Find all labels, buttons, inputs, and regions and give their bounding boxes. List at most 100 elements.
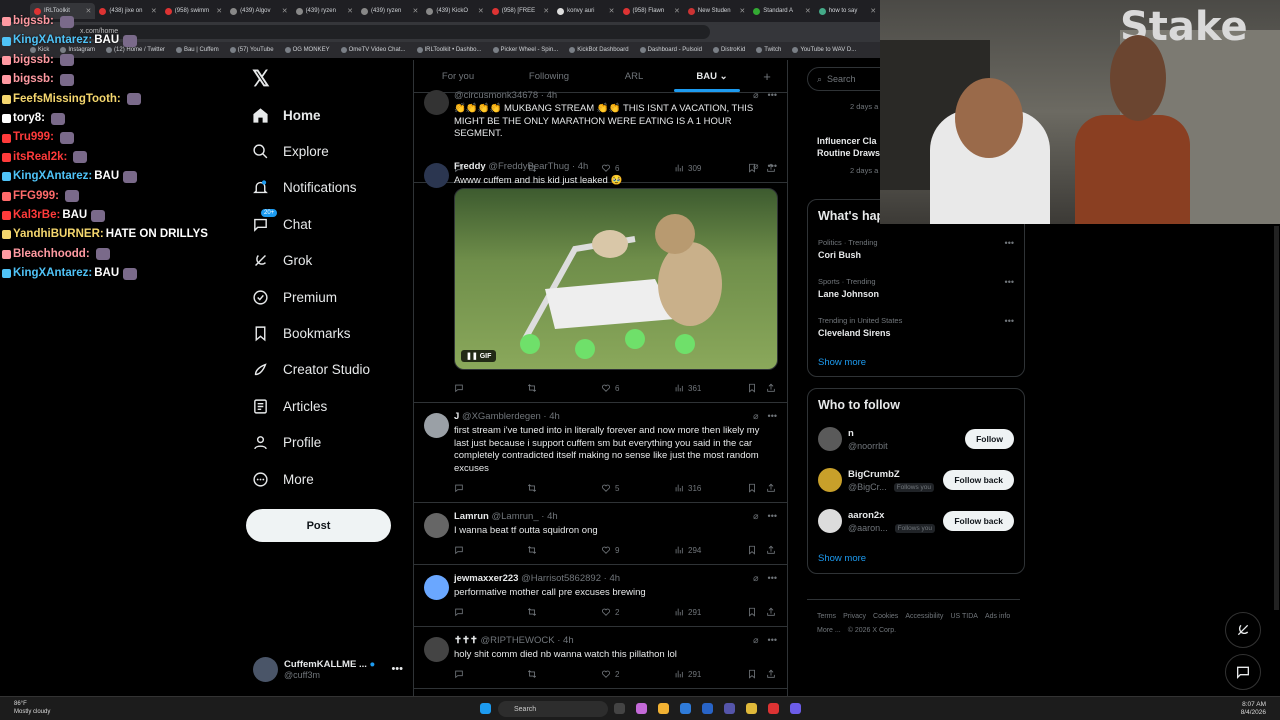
tweet-time[interactable]: 4h [547,90,558,101]
bookmark[interactable]: KickBot Dashboard [569,47,628,53]
retweet-icon[interactable] [527,383,537,393]
retweet-icon[interactable] [527,669,537,679]
more-dots-icon[interactable]: ••• [391,663,403,675]
reply-icon[interactable] [454,607,464,617]
messages-fab[interactable] [1225,654,1261,690]
more-dots-icon[interactable]: ••• [768,573,777,584]
scrollbar[interactable] [1274,226,1279,610]
reply-icon[interactable] [454,669,464,679]
bookmark[interactable]: (57) YouTube [230,47,274,53]
nav-articles[interactable]: Articles [252,388,412,424]
reply-icon[interactable] [454,383,464,393]
tweet-handle[interactable]: @Harrisot5862892 [521,573,601,584]
share-icon[interactable] [766,483,776,493]
windows-start-icon[interactable] [480,703,491,714]
share-icon[interactable] [766,545,776,555]
bookmark[interactable]: OmeTV Video Chat... [341,47,406,53]
bookmark[interactable]: YouTube to WAV D... [792,47,856,53]
footer-link[interactable]: Ads info [985,613,1010,620]
like-button[interactable]: 6 [601,383,619,393]
app-icon[interactable] [702,703,713,714]
nav-creator-studio[interactable]: Creator Studio [252,352,412,388]
more-dots-icon[interactable]: ••• [768,635,777,646]
weather-widget[interactable]: 86°F Mostly cloudy [14,700,50,716]
follow-button[interactable]: Follow [965,429,1014,449]
views-count[interactable]: 361 [674,383,701,393]
tweet-author-name[interactable]: J [454,411,459,422]
bookmark-icon[interactable] [747,607,757,617]
views-count[interactable]: 291 [674,669,701,679]
retweet-icon[interactable] [527,607,537,617]
like-button[interactable]: 2 [601,669,619,679]
footer-link[interactable]: More ... [817,627,841,634]
bookmark[interactable]: OG MONKEY [285,47,330,53]
tab-for-you[interactable]: For you [414,71,502,82]
share-icon[interactable] [766,383,776,393]
tweet-author-name[interactable]: jewmaxxer223 [454,573,518,584]
browser-tab[interactable]: (439) KickO ✕ [422,3,487,19]
footer-link[interactable]: Cookies [873,613,898,620]
taskbar-search[interactable]: Search [498,701,608,717]
browser-tab[interactable]: (439) ryzen ✕ [357,3,422,19]
show-more-link[interactable]: Show more [818,357,866,368]
footer-link[interactable]: US TIDA [950,613,978,620]
bookmark[interactable]: Twitch [756,47,781,53]
gif-badge[interactable]: ❚❚ GIF [461,350,497,362]
post-button[interactable]: Post [246,509,391,542]
avatar[interactable] [424,513,449,538]
app-icon[interactable] [724,703,735,714]
nav-premium[interactable]: Premium [252,279,412,315]
avatar[interactable] [424,413,449,438]
nav-explore[interactable]: Explore [252,133,412,169]
tab-arl[interactable]: ARL [596,71,672,82]
nav-more[interactable]: More [252,461,412,497]
grok-icon[interactable]: ⌀ [753,90,758,101]
follow-back-button[interactable]: Follow back [943,511,1014,531]
tweet[interactable]: jewmaxxer223 @Harrisot5862892 · 4h ⌀ ••• pe… [414,565,787,627]
browser-tab[interactable]: (958) Flawn ✕ [619,3,684,19]
system-clock[interactable]: 8:07 AM 8/4/2026 [1241,701,1266,717]
bookmark-icon[interactable] [747,545,757,555]
edge-icon[interactable] [680,703,691,714]
tweet[interactable]: ✝✝✝ @RIPTHEWOCK · 4h ⌀ ••• holy shit comm d… [414,627,787,689]
like-button[interactable]: 2 [601,607,619,617]
tweet-time[interactable]: 4h [563,635,574,646]
tab-bau[interactable]: BAU ⌄ [672,71,752,92]
browser-tab[interactable]: Standard A ✕ [749,3,814,19]
grok-fab[interactable] [1225,612,1261,648]
browser-tab[interactable]: (958) [FREE ✕ [488,3,553,19]
retweet-icon[interactable] [527,483,537,493]
app-icon[interactable] [768,703,779,714]
nav-chat[interactable]: 20+ Chat [252,206,412,242]
browser-tab[interactable]: (439) Algov ✕ [226,3,291,19]
bookmark[interactable]: DistroKid [713,47,745,53]
grok-icon[interactable]: ⌀ [753,511,758,522]
more-dots-icon[interactable]: ••• [1005,238,1014,248]
tweet-time[interactable]: 4h [547,511,558,522]
tweet-author-name[interactable]: Freddy [454,161,486,172]
more-dots-icon[interactable]: ••• [768,511,777,522]
bookmark-icon[interactable] [747,669,757,679]
avatar[interactable] [424,90,449,115]
bookmark-icon[interactable] [747,383,757,393]
tweet-handle[interactable]: @RIPTHEWOCK [481,635,555,646]
task-view-icon[interactable] [614,703,625,714]
nav-home[interactable]: Home [252,97,412,133]
footer-link[interactable]: Terms [817,613,836,620]
grok-icon[interactable]: ⌀ [753,635,758,646]
avatar[interactable] [424,575,449,600]
retweet-icon[interactable] [527,545,537,555]
more-dots-icon[interactable]: ••• [768,90,777,101]
tweet-media-gif[interactable]: ❚❚ GIF [454,188,778,370]
footer-link[interactable]: Privacy [843,613,866,620]
share-icon[interactable] [766,607,776,617]
more-dots-icon[interactable]: ••• [1005,277,1014,287]
nav-profile[interactable]: Profile [252,425,412,461]
bookmark-icon[interactable] [747,483,757,493]
grok-icon[interactable]: ⌀ [753,161,758,172]
bookmark[interactable]: Dashboard - Pulsoid [640,47,702,53]
browser-tab[interactable]: New Studen ✕ [684,3,749,19]
reply-icon[interactable] [454,483,464,493]
more-dots-icon[interactable]: ••• [1005,316,1014,326]
tab-following[interactable]: Following [502,71,596,82]
